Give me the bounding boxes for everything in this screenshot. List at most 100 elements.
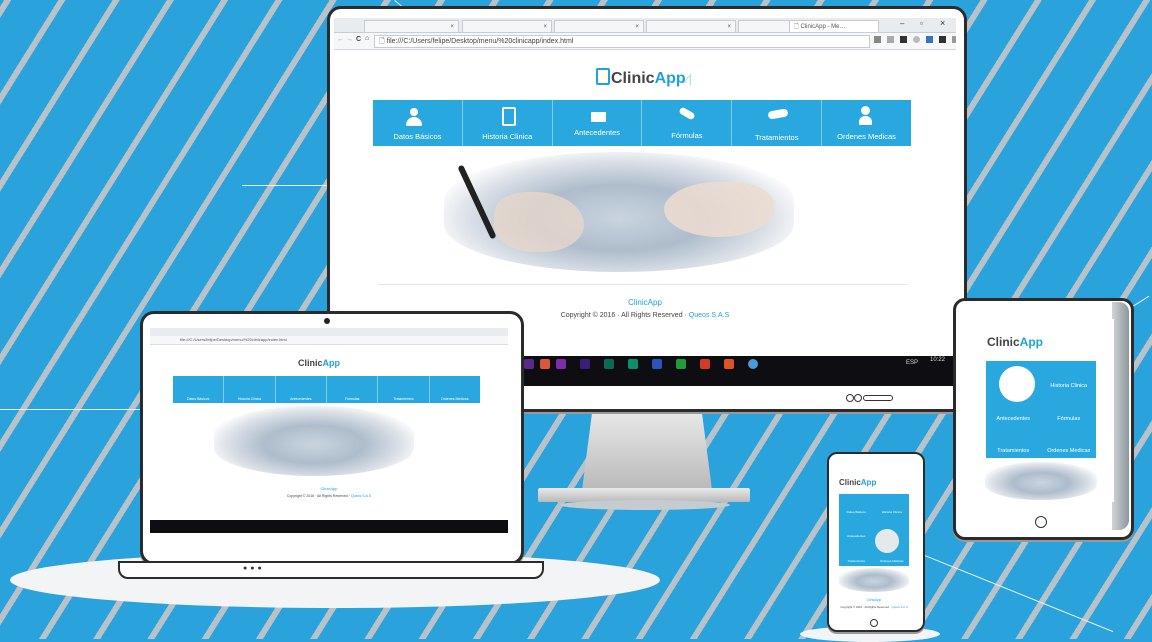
laptop-menu-item[interactable]: Antecedentes [276, 376, 327, 403]
menu-item-datos-basicos[interactable]: Datos Básicos [373, 100, 463, 146]
phone-menu-item[interactable]: Tratamientos [839, 542, 874, 566]
taskbar-app-icon[interactable] [700, 359, 710, 369]
taskbar-clock[interactable]: 10:22 [930, 357, 945, 363]
laptop-taskbar [150, 520, 508, 533]
phone-menu-grid: Datos Básicos Historia Clinica Anteceden… [839, 494, 909, 566]
back-icon[interactable]: ← [337, 36, 344, 43]
laptop-camera [324, 318, 330, 324]
taskbar-app-icon[interactable] [676, 359, 686, 369]
url-text: file:///C:/Users/felipe/Desktop/menu/%20… [386, 38, 574, 45]
main-menu: Datos Básicos Historia Clinica Anteceden… [373, 100, 911, 146]
taskbar-app-icon[interactable] [580, 359, 590, 369]
phone-logo: ClinicApp [839, 478, 877, 487]
phone-menu-item[interactable]: Historia Clinica [874, 494, 909, 518]
forward-icon[interactable]: → [346, 36, 353, 43]
browser-tab-active[interactable]: 🗋 ClinicApp - Me… [789, 20, 879, 32]
menu-item-formulas[interactable]: Fórmulas [642, 100, 733, 146]
tablet-menu-item[interactable]: Ordenes Medicas [1041, 426, 1096, 458]
laptop-menu-item[interactable]: Ordenes Medicas [430, 376, 480, 403]
taskbar-language[interactable]: ESP [906, 360, 918, 366]
menu-item-label: Fórmulas [671, 131, 703, 140]
clipboard-icon [501, 107, 516, 126]
laptop-menu-item[interactable]: Fórmulas [327, 376, 379, 403]
phone-hands-image [839, 568, 909, 592]
browser-tab-bar: × × × × × 🗋 ClinicApp - Me… – ▫ × [334, 18, 956, 33]
taskbar-app-icon[interactable] [724, 359, 734, 369]
laptop-menu-item[interactable]: Tratamientos [378, 376, 430, 403]
laptop-menu: Datos Básicos Historia Clinica Anteceden… [173, 376, 480, 403]
tablet-menu-item[interactable]: Tratamientos [986, 426, 1041, 458]
laptop-base [118, 561, 544, 579]
tablet-side-shade [1112, 302, 1129, 530]
browser-tab[interactable]: × [364, 20, 459, 32]
tablet-home-button[interactable] [1035, 516, 1047, 528]
tablet-menu-item[interactable]: Historia Clinica [1041, 361, 1096, 393]
company-link[interactable]: Queos S.A.S [689, 312, 729, 319]
page-icon: 🗋 [794, 24, 799, 30]
menu-item-label: Historia Clinica [482, 132, 533, 141]
page-icon: 🗋 [379, 38, 385, 45]
menu-item-historia-clinica[interactable]: Historia Clinica [463, 100, 553, 146]
menu-item-label: Antecedentes [574, 128, 620, 137]
taskbar-app-icon[interactable] [556, 359, 566, 369]
laptop-logo: ClinicApp [298, 358, 341, 368]
monitor-power-buttons[interactable] [846, 394, 896, 402]
window-close-icon[interactable]: × [940, 18, 945, 28]
clinicapp-logo[interactable]: ClinicApp⁄⏐ [596, 68, 693, 88]
browser-tab[interactable]: × [554, 20, 644, 32]
phone-home-button[interactable] [870, 619, 878, 627]
laptop-address-bar: file:///C:/Users/felipe/Desktop/menu/%20… [150, 336, 508, 345]
tablet-logo: ClinicApp [987, 335, 1043, 349]
phone-footer-title: ClinicApp [866, 598, 882, 602]
reload-icon[interactable]: C [356, 36, 361, 43]
browser-extension-icons[interactable] [874, 36, 956, 43]
doctor-icon [861, 106, 871, 115]
phone-menu-item[interactable]: Datos Básicos [839, 494, 874, 518]
laptop-url-text[interactable]: file:///C:/Users/felipe/Desktop/menu/%20… [180, 337, 287, 342]
taskbar-app-icon[interactable] [652, 359, 662, 369]
copyright-text: Copyright © 2016 · All Rights Reserved · [560, 312, 687, 319]
taskbar-app-icon[interactable] [524, 359, 534, 369]
menu-item-tratamientos[interactable]: Tratamientos [732, 100, 823, 146]
menu-item-antecedentes[interactable]: Antecedentes [553, 100, 643, 146]
browser-address-bar: ← → C ⌂ 🗋 file:///C:/Users/felipe/Deskto… [334, 33, 956, 50]
hands-signing-document-image [444, 152, 794, 272]
menu-item-label: Ordenes Medicas [837, 132, 896, 141]
touch-indicator [875, 529, 899, 553]
tablet-menu-item[interactable]: Fórmulas [1041, 393, 1096, 426]
phone-footer-copyright: Copyright © 2016 · All Rights Reserved ·… [840, 605, 908, 609]
menu-item-label: Datos Básicos [393, 132, 442, 141]
laptop-menu-item[interactable]: Datos Básicos [173, 376, 225, 403]
window-maximize-icon[interactable]: ▫ [920, 19, 923, 28]
tablet-hands-image [985, 462, 1097, 500]
laptop-menu-item[interactable]: Historia Clinica [224, 376, 276, 403]
taskbar-app-icon[interactable] [748, 359, 758, 369]
browser-tab[interactable]: × [462, 20, 552, 32]
browser-tab-title: ClinicApp - Me… [800, 24, 846, 30]
footer-title: ClinicApp [628, 298, 662, 307]
monitor-base-shadow [560, 500, 730, 510]
logo-clipboard-icon [596, 68, 610, 85]
browser-tab[interactable]: × [646, 20, 736, 32]
home-icon[interactable]: ⌂ [365, 35, 369, 42]
phone-menu-item[interactable]: Antecedentes [839, 518, 874, 542]
phone-screen: ClinicApp Datos Básicos Historia Clinica… [833, 474, 915, 616]
taskbar-app-icon[interactable] [604, 359, 614, 369]
pill-icon [678, 106, 697, 121]
footer-divider [378, 284, 908, 285]
logo-prefix: Clinic [611, 70, 655, 87]
folder-icon [590, 112, 606, 122]
menu-item-label: Tratamientos [754, 133, 799, 142]
menu-item-ordenes-medicas[interactable]: Ordenes Medicas [822, 100, 911, 146]
tablet-screen: ClinicApp Historia Clinica Antecedentes … [967, 319, 1114, 502]
laptop-screen: file:///C:/Users/felipe/Desktop/menu/%20… [150, 328, 508, 533]
laptop-footer-title: ClinicApp [320, 486, 338, 491]
monitor-neck [582, 410, 712, 490]
url-field[interactable]: 🗋 file:///C:/Users/felipe/Desktop/menu/%… [374, 35, 870, 48]
logo-suffix: App [654, 70, 686, 87]
window-minimize-icon[interactable]: – [900, 19, 904, 28]
laptop-hands-image [214, 406, 414, 476]
taskbar-app-icon[interactable] [540, 359, 550, 369]
taskbar-app-icon[interactable] [628, 359, 638, 369]
connector-line [242, 185, 328, 186]
